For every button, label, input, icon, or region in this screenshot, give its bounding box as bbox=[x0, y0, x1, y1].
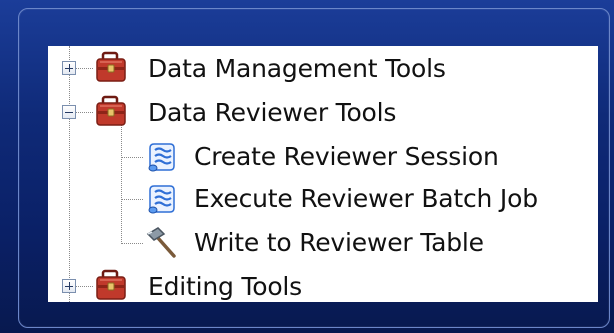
script-tool-icon bbox=[144, 180, 180, 216]
tree-item-data-reviewer-tools[interactable]: Data Reviewer Tools bbox=[148, 92, 396, 132]
tree-line bbox=[121, 124, 122, 244]
tree-item-label: Data Reviewer Tools bbox=[148, 97, 397, 127]
tree-item-label: Create Reviewer Session bbox=[194, 141, 499, 171]
hammer-tool-icon bbox=[144, 224, 180, 260]
tree-item-label: Editing Tools bbox=[148, 271, 303, 301]
tree-item-data-management-tools[interactable]: Data Management Tools bbox=[148, 48, 446, 88]
tree-line bbox=[121, 157, 143, 158]
toolbox-icon bbox=[94, 94, 130, 130]
expand-icon[interactable] bbox=[62, 61, 76, 75]
toolbox-icon bbox=[94, 268, 130, 302]
toolbox-icon bbox=[94, 50, 130, 86]
tree-line bbox=[121, 243, 143, 244]
tree-item-write-to-reviewer-table[interactable]: Write to Reviewer Table bbox=[194, 222, 484, 262]
tree-item-label: Data Management Tools bbox=[148, 53, 446, 83]
tree-item-label: Write to Reviewer Table bbox=[194, 227, 484, 257]
collapse-icon[interactable] bbox=[62, 105, 76, 119]
tree-item-label: Execute Reviewer Batch Job bbox=[194, 183, 538, 213]
toolbox-tree: Data Management Tools Data Reviewer Tool… bbox=[48, 46, 598, 302]
tree-line bbox=[121, 199, 143, 200]
tree-line bbox=[69, 46, 70, 302]
tree-item-execute-reviewer-batch-job[interactable]: Execute Reviewer Batch Job bbox=[194, 178, 538, 218]
tree-item-editing-tools[interactable]: Editing Tools bbox=[148, 266, 302, 302]
expand-icon[interactable] bbox=[62, 279, 76, 293]
tree-item-create-reviewer-session[interactable]: Create Reviewer Session bbox=[194, 136, 499, 176]
script-tool-icon bbox=[144, 138, 180, 174]
slide-background: Data Management Tools Data Reviewer Tool… bbox=[0, 0, 614, 333]
